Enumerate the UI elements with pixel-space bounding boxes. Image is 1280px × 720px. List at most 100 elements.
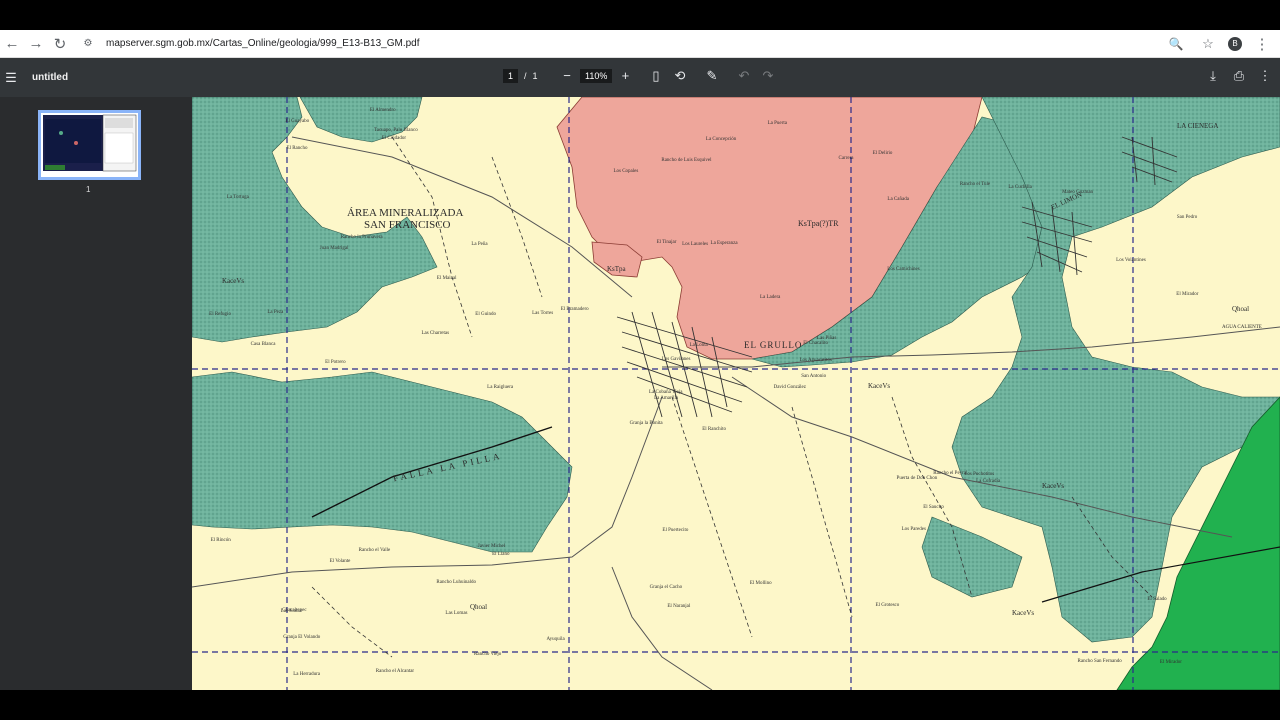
place-label: Rancho el Peyral (933, 471, 968, 477)
place-label: Rancho el Valle (358, 547, 391, 553)
place-label: La Peña (471, 241, 488, 247)
place-label: Las Lomas (445, 610, 468, 616)
place-label: El Grotesco (875, 602, 900, 608)
place-label: La Esperanza (710, 240, 738, 246)
place-label: La Raigluera (487, 385, 514, 391)
place-label: David González (773, 384, 806, 390)
place-label: Mateo Guzman (1062, 189, 1094, 195)
place-label: Rancho Viejo (474, 652, 502, 658)
place-label: Los Paredes (901, 527, 926, 533)
page-thumbnail[interactable] (38, 110, 141, 180)
place-label: La Concepción (705, 136, 737, 142)
place-label: El Puertecito (662, 528, 689, 534)
place-label: Los Volantines (1116, 257, 1146, 263)
el-grullo-label: EL GRULLO (744, 340, 803, 350)
place-label: La Cofradía (976, 479, 1001, 485)
page-separator: / (524, 71, 527, 81)
rotate-icon[interactable]: ⟲ (669, 68, 691, 84)
address-bar[interactable]: ⚙ mapserver.sgm.gob.mx/Cartas_Online/geo… (76, 32, 1164, 56)
place-label: Tacuapo, Palo Blanco (374, 128, 418, 134)
place-label: Las Juntas (280, 609, 302, 615)
place-label: La Tortuga (226, 195, 249, 201)
place-label: Javier Michel (477, 543, 506, 549)
place-label: El Bramadero (560, 306, 589, 312)
place-label: Los Camichines (887, 267, 920, 273)
place-label: Rancho Luhuinaldo (436, 580, 476, 586)
place-label: Los Pochotitos (964, 471, 995, 477)
back-icon[interactable]: ← (0, 32, 24, 56)
download-icon[interactable]: ⤓ (1202, 68, 1224, 84)
place-label: El Tinajar (656, 239, 677, 245)
place-label: El Potrero (325, 360, 346, 366)
place-label: El Mirador (1159, 659, 1182, 665)
place-label: La Ladera (759, 295, 781, 301)
agua-caliente-label: AGUA CALIENTE (1222, 325, 1262, 330)
undo-icon[interactable]: ↶ (733, 68, 755, 84)
place-label: Las Torres (532, 310, 554, 316)
place-label: La Amarilla (654, 395, 679, 401)
place-label: El Cuidador (381, 135, 407, 141)
zoom-level-input[interactable]: 110% (580, 68, 613, 83)
place-label: La Cobaña Vieja (649, 389, 683, 395)
browser-menu-icon[interactable]: ⋮ (1250, 32, 1274, 56)
url-text[interactable]: mapserver.sgm.gob.mx/Cartas_Online/geolo… (106, 38, 420, 49)
place-label: La Puerta (767, 120, 787, 126)
place-label: San Pedro (1176, 214, 1198, 220)
bookmark-star-icon[interactable]: ☆ (1196, 32, 1220, 56)
place-label: El Saucito (923, 504, 944, 510)
place-label: La Cañada (887, 197, 909, 203)
ks-tpa-small-label: KsTpa (607, 265, 626, 273)
browser-toolbar: ← → ↻ ⚙ mapserver.sgm.gob.mx/Cartas_Onli… (0, 30, 1280, 58)
la-cienega-label: LA CIENEGA (1177, 122, 1219, 130)
reload-icon[interactable]: ↻ (48, 32, 72, 56)
thumbnail-page-label: 1 (86, 185, 91, 194)
area-mineralizada-label-2: SAN FRANCISCO (364, 219, 451, 231)
place-label: Rancho la Primavera (340, 234, 383, 240)
place-label: Puerta de Don Chon (896, 475, 938, 481)
bottom-letterbox (0, 690, 1280, 720)
zoom-in-icon[interactable]: + (614, 68, 636, 83)
place-label: El Chacalito (803, 341, 829, 347)
profile-avatar[interactable]: B (1228, 36, 1242, 51)
place-label: El Delirio (872, 150, 893, 156)
place-label: El Maizal (436, 275, 457, 281)
pdf-viewer-canvas[interactable]: ÁREA MINERALIZADA SAN FRANCISCO EL GRULL… (192, 97, 1280, 690)
place-label: Ayuquila (546, 637, 565, 643)
redo-icon[interactable]: ↷ (757, 68, 779, 84)
place-label: Granja El Volando (283, 634, 321, 640)
place-label: Juan Madrigal (319, 246, 349, 252)
place-label: El Guayabo (285, 118, 310, 124)
place-label: Rancho San Fernando (1077, 658, 1122, 664)
place-label: Los Gavilanes (661, 357, 691, 363)
place-label: El Volante (329, 559, 351, 565)
place-label: El Almendro (369, 107, 396, 113)
place-label: Carrera (838, 156, 854, 162)
place-label: El Naranjal (667, 604, 691, 610)
forward-icon[interactable]: → (24, 32, 48, 56)
zoom-magnifier-icon[interactable]: 🔍 (1164, 32, 1188, 56)
place-label: Las Charretas (421, 331, 450, 337)
kace-vs-label-4: KaceVs (1042, 482, 1065, 490)
place-label: El Mollino (749, 580, 772, 586)
page-number-input[interactable]: 1 (503, 69, 519, 83)
place-label: San Antonio (801, 374, 827, 380)
total-pages: 1 (532, 71, 538, 81)
more-options-icon[interactable]: ⋮ (1254, 68, 1276, 84)
place-label: La Peza (267, 309, 284, 315)
site-info-icon[interactable]: ⚙ (76, 32, 100, 56)
place-label: Granja la Bonita (629, 420, 663, 426)
sidebar-menu-icon[interactable]: ☰ (0, 70, 22, 86)
place-label: La Loma (689, 343, 708, 349)
kace-vs-label-3: KaceVs (1012, 609, 1035, 617)
place-label: Granja el Cacho (649, 584, 683, 590)
place-label: Casa Blanca (250, 341, 276, 347)
place-label: La Cuchilla (1008, 184, 1032, 190)
annotate-pen-icon[interactable]: ✎ (701, 68, 723, 84)
zoom-out-icon[interactable]: − (556, 68, 578, 83)
print-icon[interactable]: ⎙ (1228, 68, 1250, 84)
geologic-map (192, 97, 1280, 690)
place-label: El Rancho (286, 145, 308, 151)
place-label: Los Laureles (682, 241, 709, 247)
fit-page-icon[interactable]: ▯ (645, 68, 667, 84)
kace-vs-label-2: KaceVs (868, 382, 891, 390)
